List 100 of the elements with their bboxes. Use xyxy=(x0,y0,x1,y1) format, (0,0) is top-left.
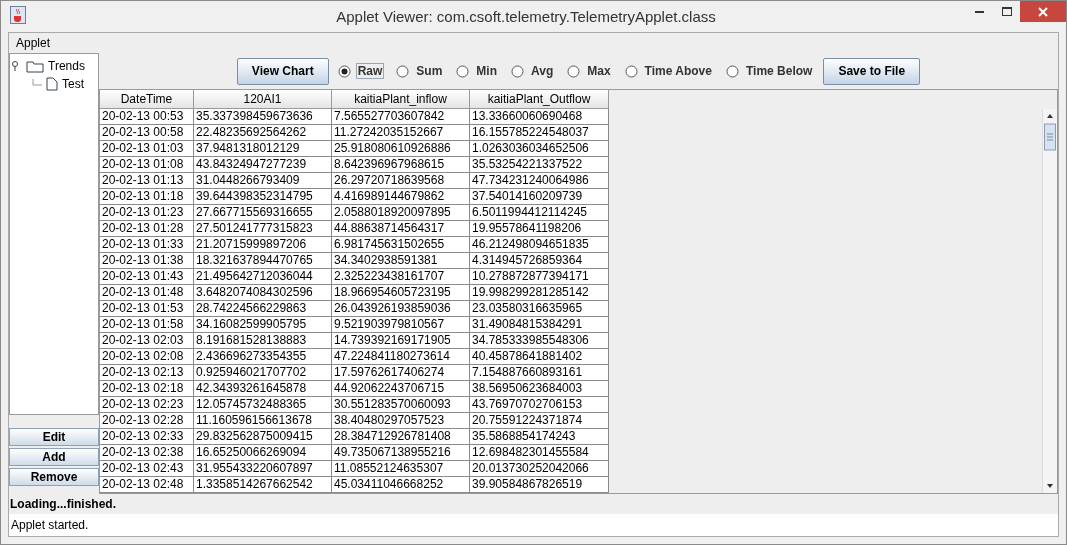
table-cell: 46.212498094651835 xyxy=(470,237,609,253)
close-button[interactable] xyxy=(1020,1,1066,22)
table-cell: 19.95578641198206 xyxy=(470,221,609,237)
table-cell: 21.20715999897206 xyxy=(194,237,332,253)
table-cell: 38.40480297057523 xyxy=(332,413,470,429)
table-cell: 20-02-13 02:08 xyxy=(100,349,194,365)
window-title: Applet Viewer: com.csoft.telemetry.TelemetryApplet.class xyxy=(335,8,717,25)
side-button[interactable]: Edit xyxy=(9,428,99,446)
mode-radio[interactable]: Max xyxy=(564,61,616,81)
scrollbar[interactable] xyxy=(1042,109,1057,493)
table-cell: 20-02-13 01:43 xyxy=(100,269,194,285)
close-icon xyxy=(1038,6,1048,17)
table-cell: 23.03580316635965 xyxy=(470,301,609,317)
mode-radio[interactable]: Time Below xyxy=(722,61,818,81)
table-cell: 11.27242035152667 xyxy=(332,125,470,141)
table-cell: 20-02-13 02:13 xyxy=(100,365,194,381)
table-cell: 20-02-13 01:53 xyxy=(100,301,194,317)
save-button[interactable]: Save to File xyxy=(823,57,921,85)
column-header[interactable]: 120AI1 xyxy=(194,90,332,109)
table-cell: 2.0588018920097895 xyxy=(332,205,470,221)
table-cell: 37.9481318012129 xyxy=(194,141,332,157)
table-cell: 2.436696273354355 xyxy=(194,349,332,365)
column-header[interactable]: kaitiaPlant_Outflow xyxy=(470,90,609,109)
loading-status: Loading...finished. xyxy=(9,496,117,513)
mode-radio[interactable]: Raw xyxy=(334,61,388,81)
table-cell: 1.3358514267662542 xyxy=(194,477,332,493)
side-button[interactable]: Remove xyxy=(9,468,99,486)
table-cell: 43.84324947277239 xyxy=(194,157,332,173)
table-cell: 44.88638714564317 xyxy=(332,221,470,237)
table-cell: 7.154887660893161 xyxy=(470,365,609,381)
table-cell: 25.918080610926886 xyxy=(332,141,470,157)
table-cell: 34.3402938591381 xyxy=(332,253,470,269)
table-cell: 11.160596156613678 xyxy=(194,413,332,429)
column-header[interactable]: kaitiaPlant_inflow xyxy=(332,90,470,109)
table-cell: 20-02-13 01:38 xyxy=(100,253,194,269)
table-cell: 22.48235692564262 xyxy=(194,125,332,141)
mode-radio[interactable]: Min xyxy=(453,61,503,81)
table-cell: 20.75591224371874 xyxy=(470,413,609,429)
table-cell: 20-02-13 02:43 xyxy=(100,461,194,477)
table-cell: 35.53254221337522 xyxy=(470,157,609,173)
table-cell: 21.495642712036044 xyxy=(194,269,332,285)
mode-radio[interactable]: Avg xyxy=(508,61,559,81)
table-cell: 31.955433220607897 xyxy=(194,461,332,477)
table-cell: 43.76970702706153 xyxy=(470,397,609,413)
table-cell: 20-02-13 02:18 xyxy=(100,381,194,397)
table-cell: 28.384712926781408 xyxy=(332,429,470,445)
table-cell: 12.698482301455584 xyxy=(470,445,609,461)
table-cell: 20-02-13 02:38 xyxy=(100,445,194,461)
table-cell: 39.90584867826519 xyxy=(470,477,609,493)
table-cell: 20.013730252042066 xyxy=(470,461,609,477)
table-cell: 8.642396967968615 xyxy=(332,157,470,173)
tree-item[interactable]: Trends xyxy=(48,59,85,73)
table-cell: 0.925946021707702 xyxy=(194,365,332,381)
column-header[interactable]: DateTime xyxy=(100,90,194,109)
table-cell: 18.966954605723195 xyxy=(332,285,470,301)
table-cell: 34.16082599905795 xyxy=(194,317,332,333)
table-cell: 26.043926193859036 xyxy=(332,301,470,317)
table-cell: 44.92062243706715 xyxy=(332,381,470,397)
table-cell: 38.56950623684003 xyxy=(470,381,609,397)
table-cell: 27.501241777315823 xyxy=(194,221,332,237)
table-cell: 34.785333985548306 xyxy=(470,333,609,349)
tree-item[interactable]: Test xyxy=(62,77,84,91)
table-cell: 20-02-13 02:48 xyxy=(100,477,194,493)
table-cell: 9.521903979810567 xyxy=(332,317,470,333)
table-cell: 12.05745732488365 xyxy=(194,397,332,413)
table-cell: 20-02-13 00:58 xyxy=(100,125,194,141)
table-cell: 16.155785224548037 xyxy=(470,125,609,141)
scroll-thumb[interactable] xyxy=(1043,123,1057,153)
mode-radio[interactable]: Time Above xyxy=(621,61,717,81)
table-cell: 2.325223438161707 xyxy=(332,269,470,285)
table-cell: 19.998299281285142 xyxy=(470,285,609,301)
table-cell: 20-02-13 01:58 xyxy=(100,317,194,333)
view-chart-button[interactable]: View Chart xyxy=(236,57,329,85)
minimize-icon xyxy=(975,10,984,13)
table-cell: 20-02-13 00:53 xyxy=(100,109,194,125)
table-cell: 20-02-13 01:03 xyxy=(100,141,194,157)
table-cell: 47.224841180273614 xyxy=(332,349,470,365)
table-cell: 14.739392169171905 xyxy=(332,333,470,349)
folder-icon xyxy=(26,59,44,73)
app-icon xyxy=(10,6,26,24)
side-button[interactable]: Add xyxy=(9,448,99,466)
menu-item[interactable]: Applet xyxy=(9,36,58,50)
table-cell: 20-02-13 01:18 xyxy=(100,189,194,205)
table-cell: 20-02-13 01:23 xyxy=(100,205,194,221)
table-cell: 3.6482074084302596 xyxy=(194,285,332,301)
table-cell: 31.0448266793409 xyxy=(194,173,332,189)
table-cell: 17.59762617406274 xyxy=(332,365,470,381)
table-cell: 47.734231240064986 xyxy=(470,173,609,189)
table-cell: 37.54014160209739 xyxy=(470,189,609,205)
table-cell: 11.08552124635307 xyxy=(332,461,470,477)
applet-status: Applet started. xyxy=(9,514,1058,536)
table-cell: 20-02-13 01:08 xyxy=(100,157,194,173)
table-cell: 6.981745631502655 xyxy=(332,237,470,253)
table-cell: 30.551283570060093 xyxy=(332,397,470,413)
table-cell: 10.278872877394171 xyxy=(470,269,609,285)
table-cell: 4.314945726859364 xyxy=(470,253,609,269)
table-cell: 20-02-13 02:03 xyxy=(100,333,194,349)
mode-radio[interactable]: Sum xyxy=(393,61,448,81)
table-cell: 4.416989144679862 xyxy=(332,189,470,205)
tree-line-icon xyxy=(32,79,42,89)
